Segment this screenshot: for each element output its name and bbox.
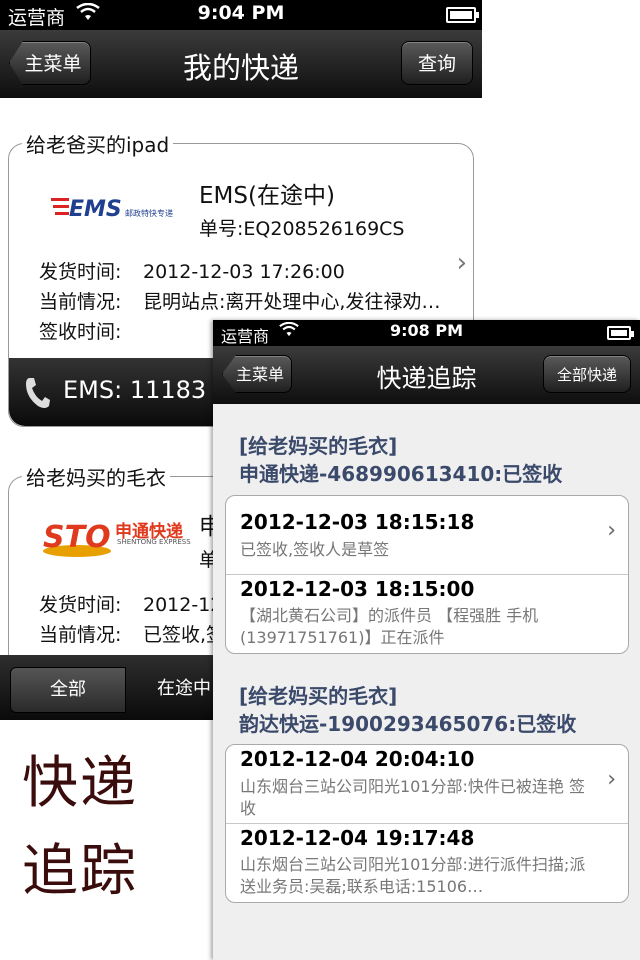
ship-time-label: 发货时间:: [39, 594, 122, 616]
status-bar: 运营商 9:08 PM: [213, 320, 640, 346]
navigation-bar: 主菜单 快递追踪 全部快递: [213, 346, 640, 404]
status-time: 9:04 PM: [197, 2, 285, 24]
promo-line-2: 追踪: [22, 839, 138, 904]
entry-datetime: 2012-12-04 20:04:10: [240, 747, 475, 771]
tracking-list: 2012-12-03 18:15:18 已签收,签收人是草签 › 2012-12…: [225, 495, 629, 654]
sto-logo-en: SHENTONG EXPRESS: [117, 538, 191, 546]
battery-icon: [446, 7, 479, 23]
chevron-right-icon: ›: [607, 767, 616, 792]
navigation-bar: 主菜单 我的快递 查询: [0, 30, 482, 98]
ship-time-value: 2012-12-03 17:26:00: [143, 261, 345, 283]
status-time: 9:08 PM: [389, 321, 463, 340]
entry-datetime: 2012-12-03 18:15:00: [240, 577, 475, 601]
chevron-right-icon: ›: [607, 518, 616, 543]
ship-time-row: 发货时间: 2012-12: [39, 590, 222, 617]
ems-logo-subtitle: 邮政特快专递: [125, 209, 173, 218]
sign-time-row: 签收时间:: [39, 317, 143, 344]
tracking-entry[interactable]: 2012-12-04 19:17:48 山东烟台三站公司阳光101分部:进行派件…: [226, 824, 628, 902]
all-packages-button[interactable]: 全部快递: [543, 355, 631, 393]
tracking-list: 2012-12-04 20:04:10 山东烟台三站公司阳光101分部:快件已被…: [225, 744, 629, 903]
entry-description: 已签收,签收人是草签: [240, 540, 390, 559]
section-header-title: [给老妈买的毛衣]: [239, 684, 398, 708]
entry-description: 山东烟台三站公司阳光101分部:进行派件扫描;派送业务员:吴磊;联系电话:151…: [240, 855, 586, 896]
current-status-row: 当前情况: 已签收,签: [39, 620, 225, 647]
query-button[interactable]: 查询: [401, 41, 473, 85]
ship-time-row: 发货时间: 2012-12-03 17:26:00: [39, 257, 345, 284]
status-bar: 运营商 9:04 PM: [0, 0, 482, 30]
tracking-entry[interactable]: 2012-12-03 18:15:00 【湖北黄石公司】的派件员 【程强胜 手机…: [226, 575, 628, 653]
tracking-number: 单号:EQ208526169CS: [199, 218, 405, 240]
current-status-value: 昆明站点:离开处理中心,发往禄劝…: [143, 291, 441, 313]
phone-icon: [23, 376, 51, 410]
section-header-tracking: 申通快递-468990613410:已签收: [239, 462, 563, 486]
package-title: 给老妈买的毛衣: [22, 462, 170, 491]
chevron-right-icon[interactable]: ›: [457, 248, 467, 278]
section-header-title: [给老妈买的毛衣]: [239, 434, 398, 458]
battery-icon: [607, 326, 634, 340]
current-status-label: 当前情况:: [39, 291, 122, 313]
entry-description: 【湖北黄石公司】的派件员 【程强胜 手机(13971751761)】正在派件: [240, 606, 539, 647]
current-status-label: 当前情况:: [39, 624, 122, 646]
tracking-entry[interactable]: 2012-12-03 18:15:18 已签收,签收人是草签 ›: [226, 496, 628, 575]
courier-phone: EMS: 11183: [63, 376, 207, 404]
current-status-row: 当前情况: 昆明站点:离开处理中心,发往禄劝…: [39, 287, 440, 314]
entry-datetime: 2012-12-03 18:15:18: [240, 510, 475, 534]
entry-description: 山东烟台三站公司阳光101分部:快件已被连艳 签收: [240, 777, 586, 818]
svg-text:EMS: EMS: [69, 197, 122, 220]
sign-time-label: 签收时间:: [39, 321, 122, 343]
promo-line-1: 快递: [22, 751, 138, 816]
entry-datetime: 2012-12-04 19:17:48: [240, 826, 475, 850]
ship-time-label: 发货时间:: [39, 261, 122, 283]
front-screen: 运营商 9:08 PM 主菜单 快递追踪 全部快递 [给老妈买的毛衣] 申通快递…: [213, 320, 640, 960]
package-title: 给老爸买的ipad: [22, 129, 174, 158]
tab-all[interactable]: 全部: [10, 667, 126, 713]
svg-text:STO: STO: [43, 520, 111, 555]
ship-time-value: 2012-12: [143, 594, 223, 616]
section-header-tracking: 韵达快运-1900293465076:已签收: [239, 712, 577, 736]
tracking-entry[interactable]: 2012-12-04 20:04:10 山东烟台三站公司阳光101分部:快件已被…: [226, 745, 628, 824]
courier-status: EMS(在途中): [199, 183, 335, 209]
